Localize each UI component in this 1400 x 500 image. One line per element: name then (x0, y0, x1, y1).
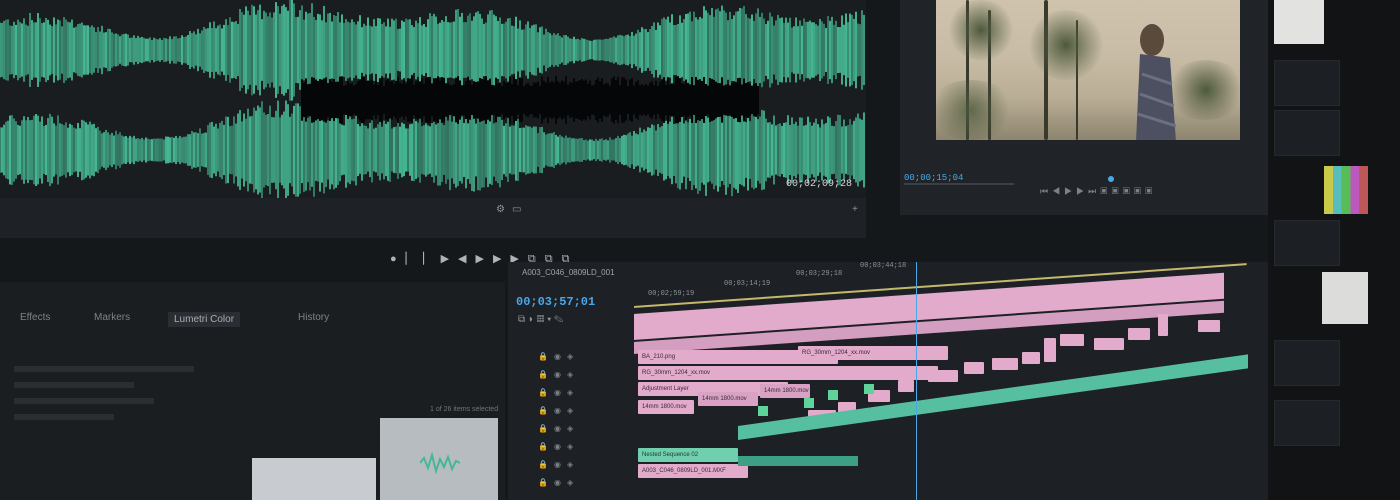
clip[interactable]: 14mm 1800.mov (698, 392, 758, 406)
audio-clip[interactable] (738, 456, 858, 466)
clip[interactable] (1022, 352, 1040, 364)
ruler-label: 00;02;59;19 (648, 290, 695, 298)
marker[interactable] (758, 406, 768, 416)
rack-thumbnail[interactable] (1274, 0, 1324, 44)
clip[interactable] (1094, 338, 1124, 350)
audio-waveform[interactable] (0, 0, 866, 200)
add-icon[interactable]: + (852, 204, 858, 215)
rack-cell[interactable] (1274, 220, 1340, 266)
color-bars-thumbnail[interactable] (1324, 166, 1368, 214)
track-controls[interactable]: 🔒◉◈ (538, 370, 579, 379)
media-thumbnail[interactable] (252, 458, 376, 500)
timeline-playhead[interactable] (916, 262, 917, 500)
track-controls[interactable]: 🔒◉◈ (538, 460, 579, 469)
clip[interactable]: A003_C046_0809LD_001.MXF (638, 464, 748, 478)
clip[interactable] (1198, 320, 1220, 332)
clip[interactable]: RG_30mm_1204_xx.mov (798, 346, 948, 360)
person-figure (1136, 24, 1177, 140)
settings-icon[interactable]: ⚙ (496, 204, 505, 215)
tab-history[interactable]: History (298, 312, 329, 323)
tab-effects[interactable]: Effects (20, 312, 50, 323)
clip[interactable] (898, 380, 914, 392)
rack-thumbnail[interactable] (1322, 272, 1368, 324)
source-monitor-panel: 00;02;09;28 ⚙ ▭ + (0, 0, 866, 238)
clip[interactable]: RG_30mm_1204_xx.mov (638, 366, 938, 380)
clip[interactable] (992, 358, 1018, 370)
ruler-label: 00;03;29;18 (796, 270, 843, 278)
clip[interactable] (964, 362, 984, 374)
sequence-icon[interactable]: ▭ (512, 204, 521, 215)
blurred-text-line (14, 382, 134, 388)
rack-cell[interactable] (1274, 60, 1340, 106)
video-preview (936, 0, 1240, 140)
clip[interactable] (1044, 338, 1056, 362)
clip[interactable] (1158, 314, 1168, 336)
snap-icon[interactable]: ⧉ ◗ ▦ ▾ ✎ (518, 314, 563, 325)
program-playhead[interactable] (1108, 176, 1114, 182)
marker[interactable] (864, 384, 874, 394)
marker[interactable] (828, 390, 838, 400)
marker[interactable] (804, 398, 814, 408)
timeline-timecode[interactable]: 00;03;57;01 (516, 295, 595, 309)
clip[interactable] (928, 370, 958, 382)
source-monitor-bottom-bar: ⚙ ▭ + (0, 198, 866, 238)
track-controls[interactable]: 🔒◉◈ (538, 352, 579, 361)
rack-cell[interactable] (1274, 110, 1340, 156)
program-timecode: 00;00;15;04 (904, 173, 964, 183)
rack-cell[interactable] (1274, 400, 1340, 446)
track-controls[interactable]: 🔒◉◈ (538, 442, 579, 451)
source-timecode: 00;02;09;28 (785, 179, 852, 190)
sequence-tab[interactable]: A003_C046_0809LD_001 (522, 268, 615, 277)
clip[interactable]: Nested Sequence 02 (638, 448, 738, 462)
track-controls[interactable]: 🔒◉◈ (538, 388, 579, 397)
audio-thumbnail-icon (420, 452, 460, 474)
clip[interactable] (1128, 328, 1150, 340)
program-scrub-bar[interactable] (904, 183, 1014, 185)
project-panel: Effects Markers Lumetri Color History 1 … (0, 282, 505, 500)
tab-lumetri-color[interactable]: Lumetri Color (168, 312, 241, 327)
program-monitor-panel: 00;00;15;04 ⏮◀▶▶⏭▣▣▣▣▣ (900, 0, 1270, 215)
blurred-text-line (14, 398, 154, 404)
track-controls[interactable]: 🔒◉◈ (538, 424, 579, 433)
clip[interactable]: 14mm 1800.mov (760, 384, 810, 398)
selection-count: 1 of 26 items selected (430, 406, 499, 413)
clip[interactable] (1060, 334, 1084, 346)
rack-cell[interactable] (1274, 340, 1340, 386)
ruler-label: 00;03;14;19 (724, 280, 771, 288)
tab-markers[interactable]: Markers (94, 312, 130, 323)
blurred-text-line (14, 414, 114, 420)
timeline-panel: A003_C046_0809LD_001 00;03;57;01 ⧉ ◗ ▦ ▾… (508, 262, 1268, 500)
ruler-label: 00;03;44;18 (860, 262, 907, 270)
right-panel-stack (1268, 0, 1400, 500)
clip[interactable]: 14mm 1800.mov (638, 400, 694, 414)
program-transport-controls[interactable]: ⏮◀▶▶⏭▣▣▣▣▣ (1040, 186, 1270, 197)
track-controls[interactable]: 🔒◉◈ (538, 478, 579, 487)
track-controls[interactable]: 🔒◉◈ (538, 406, 579, 415)
blurred-text-line (14, 366, 194, 372)
